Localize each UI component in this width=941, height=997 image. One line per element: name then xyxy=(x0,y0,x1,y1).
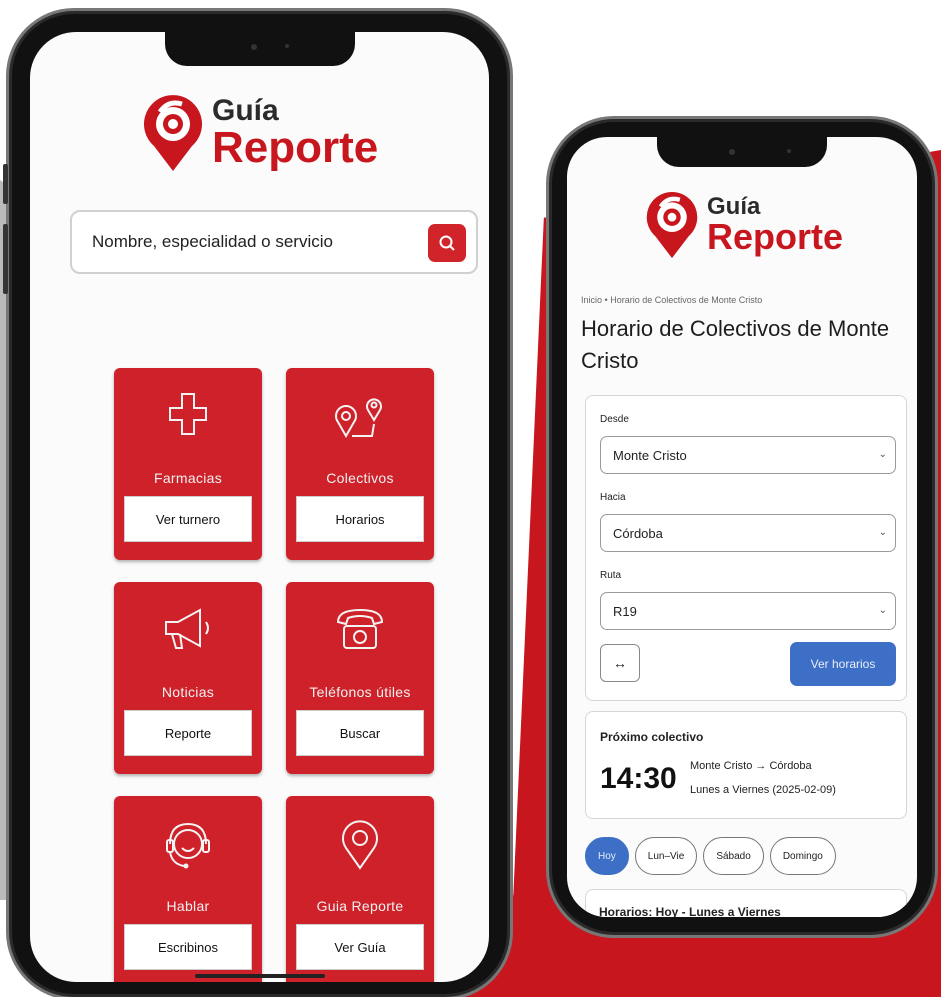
next-bus-card: Próximo colectivo 14:30 Monte Cristo → C… xyxy=(585,711,907,819)
map-pins-icon xyxy=(335,398,382,439)
phone-right: Guía Reporte Inicio • Horario de Colecti… xyxy=(552,122,932,932)
tab-lun-vie[interactable]: Lun–Vie xyxy=(634,837,698,875)
from-label: Desde xyxy=(600,414,629,425)
phone-left: Guía Reporte Farmacias Ver xyxy=(3,14,507,994)
next-bus-route: Monte Cristo → Córdoba xyxy=(690,760,812,772)
tile-telefonos: Teléfonos útiles Buscar xyxy=(286,582,434,774)
breadcrumb-current: Horario de Colectivos de Monte Cristo xyxy=(610,295,763,305)
chevron-down-icon: ⌄ xyxy=(878,449,887,460)
search-input[interactable] xyxy=(92,232,412,252)
chevron-down-icon: ⌄ xyxy=(878,527,887,538)
home-indicator xyxy=(194,974,325,978)
tile-colectivos: Colectivos Horarios xyxy=(286,368,434,560)
logo-pin-icon xyxy=(646,191,698,259)
tile-label: Guia Reporte xyxy=(316,898,404,914)
schedule-heading-day: Lunes a Viernes xyxy=(689,905,781,917)
reporte-button[interactable]: Reporte xyxy=(124,710,252,756)
megaphone-icon xyxy=(165,608,209,649)
phone-notch xyxy=(657,137,827,167)
next-bus-days: Lunes a Viernes (2025-02-09) xyxy=(690,784,836,796)
buscar-button[interactable]: Buscar xyxy=(296,710,424,756)
route-form-card: Desde Monte Cristo ⌄ Hacia Córdoba ⌄ Rut… xyxy=(585,395,907,701)
route-label: Ruta xyxy=(600,570,622,581)
route-select-value: R19 xyxy=(613,603,637,619)
chevron-down-icon: ⌄ xyxy=(878,605,887,616)
page-title: Horario de Colectivos de Monte Cristo xyxy=(581,316,890,373)
phone-side-button xyxy=(3,224,8,294)
to-label: Hacia xyxy=(600,492,626,503)
tile-label: Farmacias xyxy=(153,470,223,486)
breadcrumb-home-link[interactable]: Inicio xyxy=(581,295,602,305)
schedule-heading: Horarios: Hoy - Lunes a Viernes xyxy=(599,905,781,917)
breadcrumb-separator: • xyxy=(604,295,608,305)
next-bus-time: 14:30 xyxy=(600,762,677,795)
tile-label: Teléfonos útiles xyxy=(309,684,411,700)
logo-pin-icon xyxy=(144,95,202,171)
search-icon xyxy=(439,235,455,251)
logo-word-bottom: Reporte xyxy=(212,123,379,172)
phone-notch xyxy=(164,32,355,66)
tab-hoy[interactable]: Hoy xyxy=(585,837,629,875)
from-select-value: Monte Cristo xyxy=(613,447,687,463)
left-screen: Guía Reporte Farmacias Ver xyxy=(30,32,489,982)
telephone-icon xyxy=(336,608,384,649)
ver-turnero-button[interactable]: Ver turnero xyxy=(124,496,252,542)
swap-direction-button[interactable]: ↔ xyxy=(600,644,640,682)
tile-guia-reporte: Guia Reporte Ver Guía xyxy=(286,796,434,982)
ver-horarios-button[interactable]: Ver horarios xyxy=(790,642,896,686)
logo-word-top: Guía xyxy=(212,94,279,127)
brand-logo: Guía Reporte xyxy=(142,94,378,172)
to-select-value: Córdoba xyxy=(613,525,663,541)
tile-label: Colectivos xyxy=(326,470,394,486)
tile-label: Hablar xyxy=(166,898,210,914)
tile-farmacias: Farmacias Ver turnero xyxy=(114,368,262,560)
tab-sabado[interactable]: Sábado xyxy=(703,837,764,875)
medical-cross-icon xyxy=(169,393,207,435)
logo-word-bottom: Reporte xyxy=(707,216,844,257)
day-tabs: Hoy Lun–Vie Sábado Domingo xyxy=(585,837,836,875)
brand-logo: Guía Reporte xyxy=(645,191,843,259)
headset-agent-icon xyxy=(166,822,210,869)
phone-side-button xyxy=(3,164,8,204)
from-select[interactable]: Monte Cristo ⌄ xyxy=(600,436,896,474)
ver-guia-button[interactable]: Ver Guía xyxy=(296,924,424,970)
search-bar xyxy=(70,210,478,274)
right-screen: Guía Reporte Inicio • Horario de Colecti… xyxy=(567,137,917,917)
escribinos-button[interactable]: Escribinos xyxy=(124,924,252,970)
services-grid: Farmacias Ver turnero Colectivos Horario… xyxy=(114,368,434,982)
horarios-button[interactable]: Horarios xyxy=(296,496,424,542)
search-button[interactable] xyxy=(428,224,466,262)
tab-domingo[interactable]: Domingo xyxy=(769,837,836,875)
schedule-heading-prefix: Horarios: Hoy - xyxy=(599,905,690,917)
tile-label: Noticias xyxy=(161,684,215,700)
tile-noticias: Noticias Reporte xyxy=(114,582,262,774)
route-select[interactable]: R19 ⌄ xyxy=(600,592,896,630)
tile-hablar: Hablar Escribinos xyxy=(114,796,262,982)
to-select[interactable]: Córdoba ⌄ xyxy=(600,514,896,552)
next-bus-title: Próximo colectivo xyxy=(600,730,704,744)
location-pin-icon xyxy=(342,820,378,870)
breadcrumb: Inicio • Horario de Colectivos de Monte … xyxy=(581,295,762,305)
